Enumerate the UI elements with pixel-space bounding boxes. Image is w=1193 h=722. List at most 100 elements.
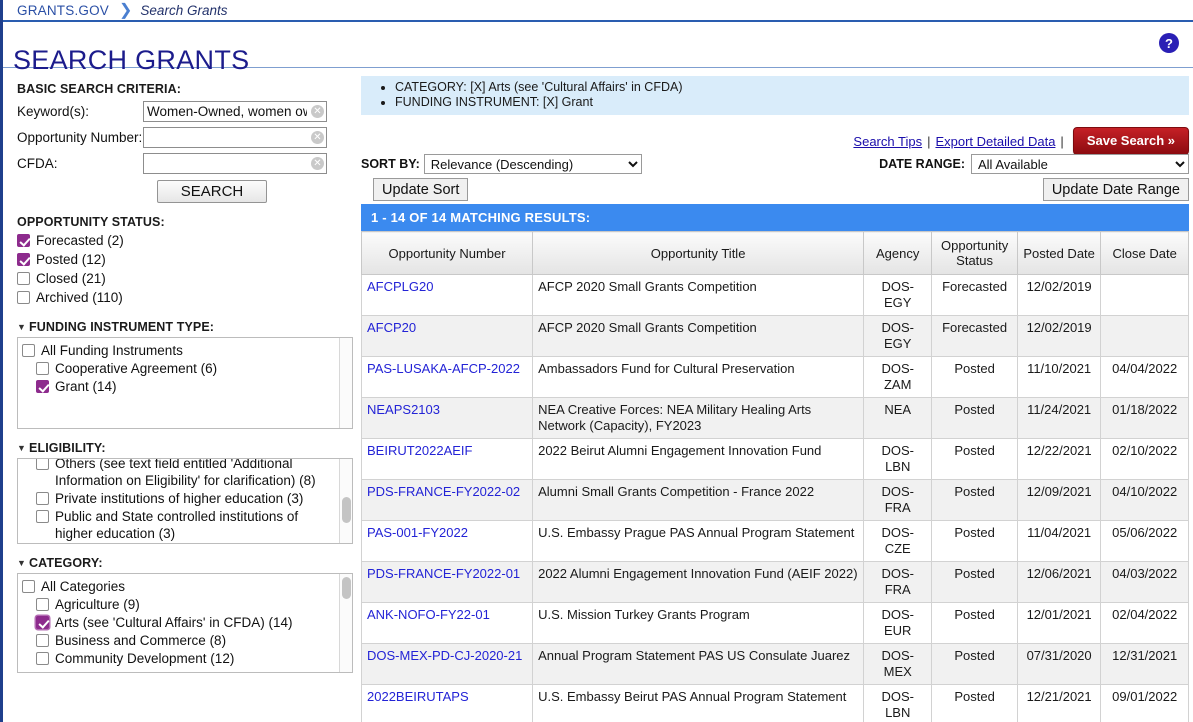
column-header-0[interactable]: Opportunity Number [360,231,534,275]
opportunity-number-link[interactable]: PDS-FRANCE-FY2022-01 [367,566,520,581]
cell-agency: DOS-EGY [863,315,933,357]
opportunity-number-link[interactable]: NEAPS2103 [367,402,440,417]
opportunity-number-link[interactable]: PAS-001-FY2022 [367,525,468,540]
export-detailed-data-link[interactable]: Export Detailed Data [935,134,1055,149]
opportunity-number-link[interactable]: AFCPLG20 [367,279,433,294]
sort-by-group: SORT BY: Relevance (Descending) [361,154,642,174]
opportunity-number-input[interactable] [143,126,327,148]
opportunity-status-2-row[interactable]: Closed (21) [17,270,353,287]
column-header-2[interactable]: Agency [863,231,933,275]
eligibility-1-checkbox[interactable] [36,492,49,505]
clear-keyword-icon[interactable]: ✕ [311,104,324,118]
category-1-row[interactable]: Agriculture (9) [22,596,338,613]
funding-instrument-2-checkbox[interactable] [36,380,49,393]
keyword-input[interactable] [143,100,327,122]
funding-instrument-heading-label: FUNDING INSTRUMENT TYPE: [29,320,215,334]
opportunity-number-link[interactable]: BEIRUT2022AEIF [367,443,473,458]
date-range-select[interactable]: All Available [971,154,1189,174]
funding-instrument-0-checkbox[interactable] [22,344,35,357]
breadcrumb: GRANTS.GOV ❯ Search Grants [3,0,1193,22]
breadcrumb-home-link[interactable]: GRANTS.GOV [17,3,109,18]
clear-cfda-icon[interactable]: ✕ [311,156,324,170]
funding-instrument-0-row[interactable]: All Funding Instruments [22,342,338,359]
funding-instrument-heading[interactable]: ▼ FUNDING INSTRUMENT TYPE: [17,320,353,334]
category-0-row[interactable]: All Categories [22,578,338,595]
opportunity-status-1-checkbox[interactable] [17,253,30,266]
opportunity-number-link[interactable]: ANK-NOFO-FY22-01 [367,607,490,622]
column-header-1[interactable]: Opportunity Title [532,231,865,275]
opportunity-number-row: Opportunity Number: ✕ [17,125,353,149]
opportunity-status-1-row[interactable]: Posted (12) [17,251,353,268]
opportunity-number-link[interactable]: DOS-MEX-PD-CJ-2020-21 [367,648,522,663]
cell-close-date: 04/03/2022 [1100,561,1189,603]
sort-by-label: SORT BY: [361,157,420,171]
cell-close-date: 12/31/2021 [1100,643,1189,685]
active-criteria-list: CATEGORY: [X] Arts (see 'Cultural Affair… [361,80,1189,110]
opportunity-status-3-row[interactable]: Archived (110) [17,289,353,306]
eligibility-2-checkbox[interactable] [36,510,49,523]
clear-opportunity-number-icon[interactable]: ✕ [311,130,324,144]
search-button[interactable]: SEARCH [157,180,267,203]
category-2-checkbox[interactable] [36,616,49,629]
cell-agency: NEA [863,397,933,439]
results-summary: 1 - 14 OF 14 MATCHING RESULTS: [361,204,1189,231]
sort-by-select[interactable]: Relevance (Descending) [423,154,642,174]
breadcrumb-current: Search Grants [140,2,228,18]
cell-posted-date: 12/01/2021 [1016,602,1102,644]
opportunity-status-0-label: Forecasted (2) [36,233,124,248]
eligibility-1-row[interactable]: Private institutions of higher education… [22,490,338,507]
link-separator: | [1060,133,1064,149]
eligibility-2-row[interactable]: Public and State controlled institutions… [22,508,338,542]
opportunity-number-input-wrap: ✕ [143,126,327,148]
category-scrollbar[interactable] [339,574,352,672]
category-4-row[interactable]: Community Development (12) [22,650,338,667]
funding-instrument-1-checkbox[interactable] [36,362,49,375]
eligibility-scrollbar[interactable] [339,459,352,543]
table-row: DOS-MEX-PD-CJ-2020-21 Annual Program Stat… [360,643,1189,685]
table-row: AFCP20 AFCP 2020 Small Grants Competition… [360,315,1189,357]
opportunity-number-link[interactable]: PDS-FRANCE-FY2022-02 [367,484,520,499]
category-heading[interactable]: ▼ CATEGORY: [17,556,353,570]
eligibility-0-checkbox[interactable] [36,459,49,470]
opportunity-status-3-checkbox[interactable] [17,291,30,304]
column-header-3[interactable]: Opportunity Status [931,231,1018,275]
eligibility-heading[interactable]: ▼ ELIGIBILITY: [17,441,353,455]
funding-instrument-1-row[interactable]: Cooperative Agreement (6) [22,360,338,377]
basic-search-heading: BASIC SEARCH CRITERIA: [17,82,182,96]
help-icon[interactable]: ? [1159,33,1179,53]
save-search-button[interactable]: Save Search » [1072,127,1189,155]
search-tips-link[interactable]: Search Tips [853,134,922,149]
eligibility-1-label: Private institutions of higher education… [55,491,304,506]
category-scroll-thumb[interactable] [342,577,351,599]
cell-opportunity-title: AFCP 2020 Small Grants Competition [532,315,865,357]
update-sort-button[interactable]: Update Sort [373,178,469,201]
opportunity-status-list: Forecasted (2) Posted (12) Closed (21) Arch… [17,232,353,306]
category-2-row[interactable]: Arts (see 'Cultural Affairs' in CFDA) (1… [22,614,338,631]
cell-agency: DOS-ZAM [863,356,933,398]
eligibility-scroll-thumb[interactable] [342,497,351,523]
category-3-checkbox[interactable] [36,634,49,647]
funding-instrument-0-label: All Funding Instruments [41,343,183,358]
category-1-checkbox[interactable] [36,598,49,611]
opportunity-number-link[interactable]: AFCP20 [367,320,416,335]
eligibility-3-row[interactable]: Special district governments (2) [22,543,338,544]
category-3-row[interactable]: Business and Commerce (8) [22,632,338,649]
eligibility-0-row[interactable]: Others (see text field entitled 'Additio… [22,459,338,489]
category-0-checkbox[interactable] [22,580,35,593]
cell-agency: DOS-FRA [863,561,933,603]
column-header-5[interactable]: Close Date [1100,231,1189,275]
opportunity-status-0-checkbox[interactable] [17,234,30,247]
category-4-checkbox[interactable] [36,652,49,665]
cfda-input[interactable] [143,152,327,174]
opportunity-status-0-row[interactable]: Forecasted (2) [17,232,353,249]
cell-opportunity-title: U.S. Mission Turkey Grants Program [532,602,865,644]
cell-opportunity-number: PAS-LUSAKA-AFCP-2022 [360,356,534,398]
opportunity-number-link[interactable]: PAS-LUSAKA-AFCP-2022 [367,361,520,376]
column-header-4[interactable]: Posted Date [1016,231,1102,275]
funding-instrument-scrollbar[interactable] [339,338,352,428]
opportunity-status-2-checkbox[interactable] [17,272,30,285]
opportunity-number-link[interactable]: 2022BEIRUTAPS [367,689,469,704]
table-row: AFCPLG20 AFCP 2020 Small Grants Competiti… [360,274,1189,316]
update-date-range-button[interactable]: Update Date Range [1042,178,1189,201]
funding-instrument-2-row[interactable]: Grant (14) [22,378,338,395]
